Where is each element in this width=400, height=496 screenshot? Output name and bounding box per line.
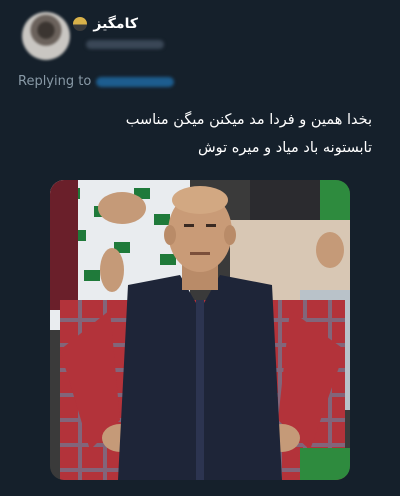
tweet-line-1: بخدا همین و فردا مد میکنن میگن مناسب (125, 112, 372, 128)
display-name[interactable]: کامگیز (93, 16, 138, 32)
replying-to: Replying to (18, 74, 175, 89)
blurred-handle (86, 40, 164, 49)
tweet-header: کامگیز (0, 0, 400, 70)
author-name-row[interactable]: کامگیز (73, 16, 138, 32)
tweet-text: بخدا همین و فردا مد میکنن میگن مناسب تاب… (22, 106, 372, 162)
replying-to-label: Replying to (18, 74, 92, 89)
meme-photo (50, 180, 350, 480)
tweet-image[interactable] (50, 180, 350, 480)
owl-emoji-icon (73, 17, 88, 31)
avatar[interactable] (22, 12, 70, 60)
tweet-line-2: تابستونه باد میاد و میره توش (197, 140, 372, 156)
reply-handle-link[interactable] (96, 76, 175, 87)
